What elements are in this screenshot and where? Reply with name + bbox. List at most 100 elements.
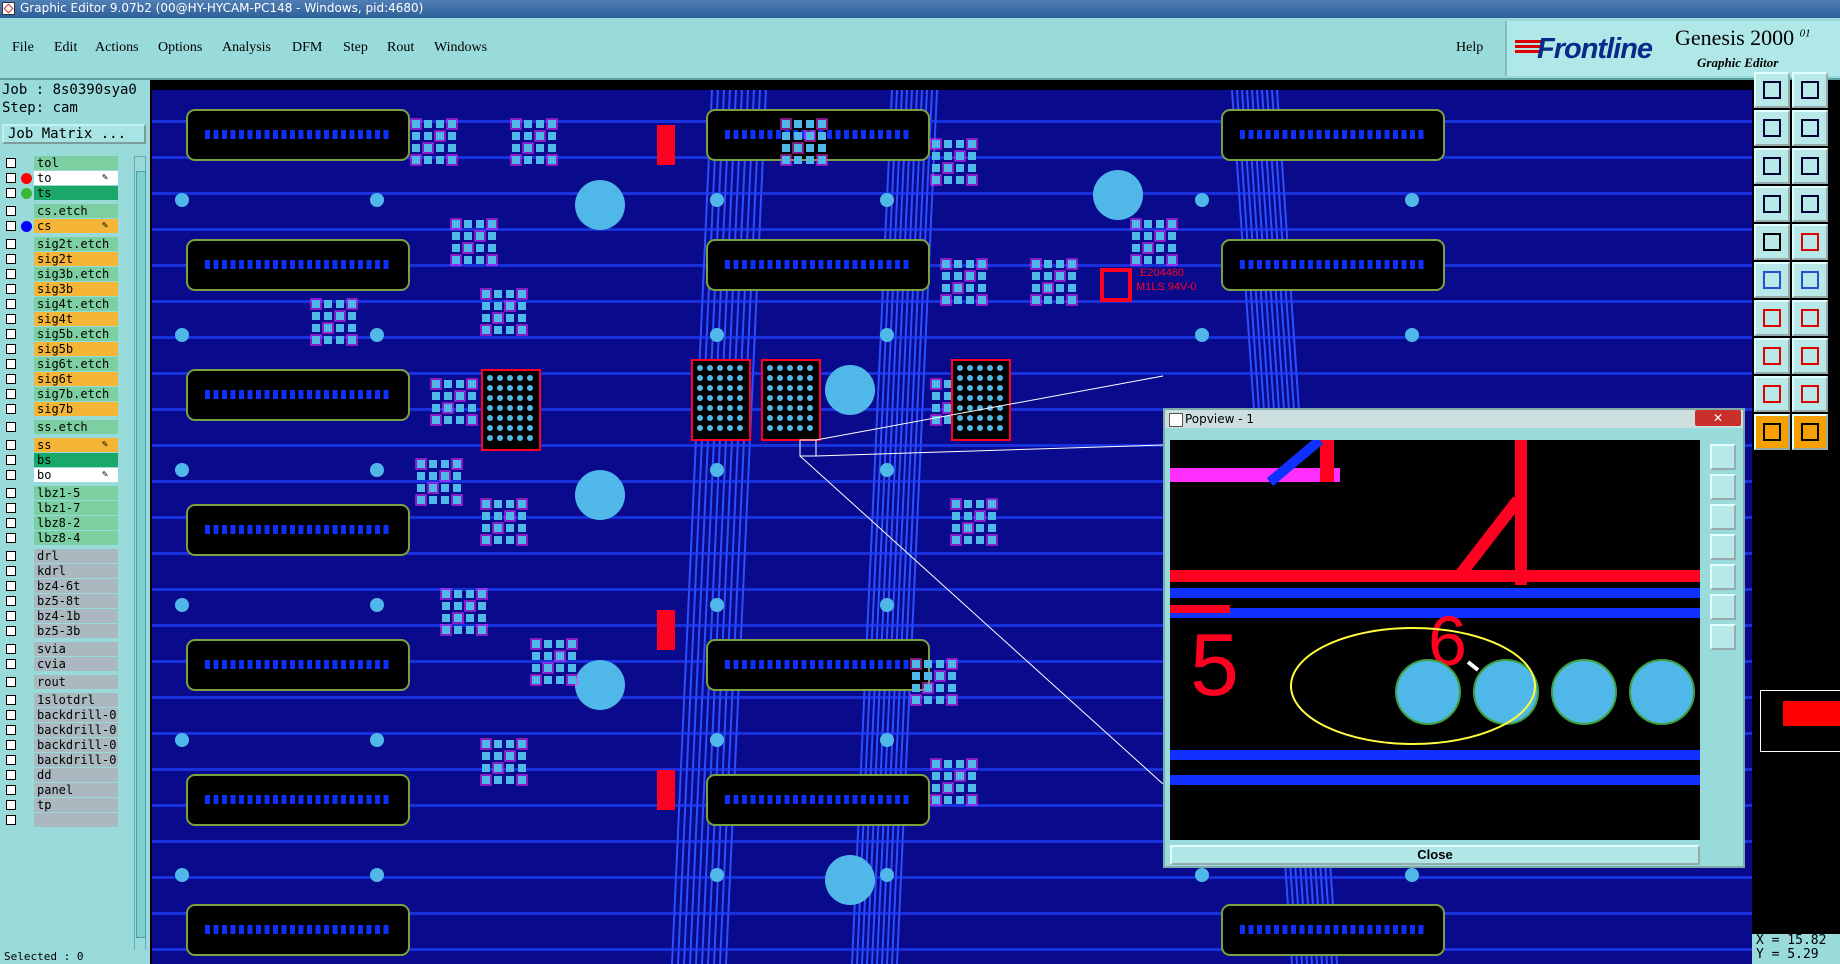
layer-row[interactable]: bz4-1b — [0, 609, 122, 624]
layer-name[interactable]: ss.etch — [34, 420, 118, 434]
layer-checkbox[interactable] — [6, 533, 16, 543]
layer-row[interactable] — [0, 813, 122, 828]
popview-pan-down-button[interactable] — [1710, 534, 1736, 560]
layer-name[interactable]: sig7b — [34, 402, 118, 416]
layer-checkbox[interactable] — [6, 329, 16, 339]
menu-options[interactable]: Options — [158, 40, 202, 56]
menu-windows[interactable]: Windows — [434, 40, 487, 56]
layer-name[interactable]: tol — [34, 156, 118, 170]
scrollbar-thumb[interactable] — [136, 171, 146, 938]
layer-checkbox[interactable] — [6, 374, 16, 384]
popview-zoom-in-button[interactable] — [1710, 444, 1736, 470]
menu-actions[interactable]: Actions — [95, 40, 139, 56]
layer-row[interactable]: lbz1-5 — [0, 486, 122, 501]
zoom-center-button[interactable] — [1792, 148, 1828, 184]
triangle-icon[interactable] — [1754, 376, 1790, 412]
layer-name[interactable]: drl — [34, 549, 118, 563]
layer-name[interactable]: sig4t.etch — [34, 297, 118, 311]
layer-checkbox[interactable] — [6, 695, 16, 705]
layer-name[interactable]: bz4-1b — [34, 609, 118, 623]
popview-close-x-button[interactable]: ✕ — [1695, 410, 1741, 426]
measure-icon[interactable] — [1754, 338, 1790, 374]
layer-name[interactable]: backdrill-0 — [34, 723, 118, 737]
layer-row[interactable]: ss ✎ — [0, 438, 122, 453]
layer-name[interactable]: sig2t — [34, 252, 118, 266]
layer-checkbox[interactable] — [6, 710, 16, 720]
layer-row[interactable]: bz5-8t — [0, 594, 122, 609]
layer-row[interactable]: lbz1-7 — [0, 501, 122, 516]
layer-name[interactable]: cs.etch — [34, 204, 118, 218]
popview-fit-button[interactable] — [1710, 594, 1736, 620]
menu-help[interactable]: Help — [1456, 40, 1483, 56]
layer-name[interactable]: backdrill-0 — [34, 753, 118, 767]
arc-icon[interactable] — [1792, 300, 1828, 336]
layer-row[interactable]: bs — [0, 453, 122, 468]
layer-name[interactable]: bs — [34, 453, 118, 467]
layer-row[interactable]: cs ✎ — [0, 219, 122, 234]
layer-checkbox[interactable] — [6, 269, 16, 279]
layer-row[interactable]: bz4-6t — [0, 579, 122, 594]
popview-center-button[interactable] — [1710, 624, 1736, 650]
menu-analysis[interactable]: Analysis — [222, 40, 271, 56]
menu-step[interactable]: Step — [343, 40, 368, 56]
layer-checkbox[interactable] — [6, 611, 16, 621]
layer-name[interactable]: bz4-6t — [34, 579, 118, 593]
layer-name[interactable]: sig2t.etch — [34, 237, 118, 251]
layer-checkbox[interactable] — [6, 422, 16, 432]
layer-row[interactable]: tp — [0, 798, 122, 813]
layer-checkbox[interactable] — [6, 725, 16, 735]
layer-checkbox[interactable] — [6, 173, 16, 183]
layer-name[interactable]: sig3b.etch — [34, 267, 118, 281]
layer-checkbox[interactable] — [6, 644, 16, 654]
layer-checkbox[interactable] — [6, 677, 16, 687]
layer-checkbox[interactable] — [6, 284, 16, 294]
layer-name[interactable]: rout — [34, 675, 118, 689]
layer-checkbox[interactable] — [6, 359, 16, 369]
layer-name[interactable]: ts — [34, 186, 118, 200]
layer-checkbox[interactable] — [6, 470, 16, 480]
popview-pan-left-button[interactable] — [1710, 564, 1736, 590]
overview-minimap[interactable] — [1760, 690, 1840, 752]
layer-row[interactable]: panel — [0, 783, 122, 798]
layer-checkbox[interactable] — [6, 755, 16, 765]
layer-row[interactable]: rout — [0, 675, 122, 690]
layer-row[interactable]: sig7b.etch — [0, 387, 122, 402]
layer-name[interactable]: sig7b.etch — [34, 387, 118, 401]
layer-row[interactable]: dd — [0, 768, 122, 783]
layer-checkbox[interactable] — [6, 800, 16, 810]
menu-dfm[interactable]: DFM — [292, 40, 322, 56]
layer-name[interactable]: panel — [34, 783, 118, 797]
job-matrix-button[interactable]: Job Matrix ... — [2, 124, 146, 144]
layer-name[interactable]: to ✎ — [34, 171, 118, 185]
layer-list-scrollbar[interactable] — [134, 156, 146, 951]
layer-row[interactable]: ts — [0, 186, 122, 201]
layer-checkbox[interactable] — [6, 188, 16, 198]
layer-checkbox[interactable] — [6, 566, 16, 576]
layer-name[interactable]: backdrill-0 — [34, 738, 118, 752]
pointer-alt-icon[interactable] — [1792, 414, 1828, 450]
layer-row[interactable]: sig6t.etch — [0, 357, 122, 372]
cross-icon[interactable] — [1792, 262, 1828, 298]
layer-checkbox[interactable] — [6, 581, 16, 591]
layer-row[interactable]: sig3b.etch — [0, 267, 122, 282]
layer-row[interactable]: backdrill-0 — [0, 708, 122, 723]
layer-checkbox[interactable] — [6, 221, 16, 231]
layer-name[interactable]: lbz8-4 — [34, 531, 118, 545]
select-icon[interactable] — [1754, 224, 1790, 260]
layer-name[interactable]: lbz8-2 — [34, 516, 118, 530]
layer-row[interactable]: cvia — [0, 657, 122, 672]
layer-checkbox[interactable] — [6, 488, 16, 498]
popview-pan-up-button[interactable] — [1710, 504, 1736, 530]
layer-name[interactable]: ss ✎ — [34, 438, 118, 452]
layer-checkbox[interactable] — [6, 785, 16, 795]
layer-name[interactable]: sig5b.etch — [34, 327, 118, 341]
layer-row[interactable]: sig4t.etch — [0, 297, 122, 312]
line-icon[interactable] — [1754, 300, 1790, 336]
layer-checkbox[interactable] — [6, 206, 16, 216]
zoom-fit-button[interactable] — [1754, 148, 1790, 184]
layer-name[interactable]: tp — [34, 798, 118, 812]
layer-row[interactable]: sig6t — [0, 372, 122, 387]
layer-name[interactable]: dd — [34, 768, 118, 782]
layer-checkbox[interactable] — [6, 770, 16, 780]
layer-checkbox[interactable] — [6, 596, 16, 606]
